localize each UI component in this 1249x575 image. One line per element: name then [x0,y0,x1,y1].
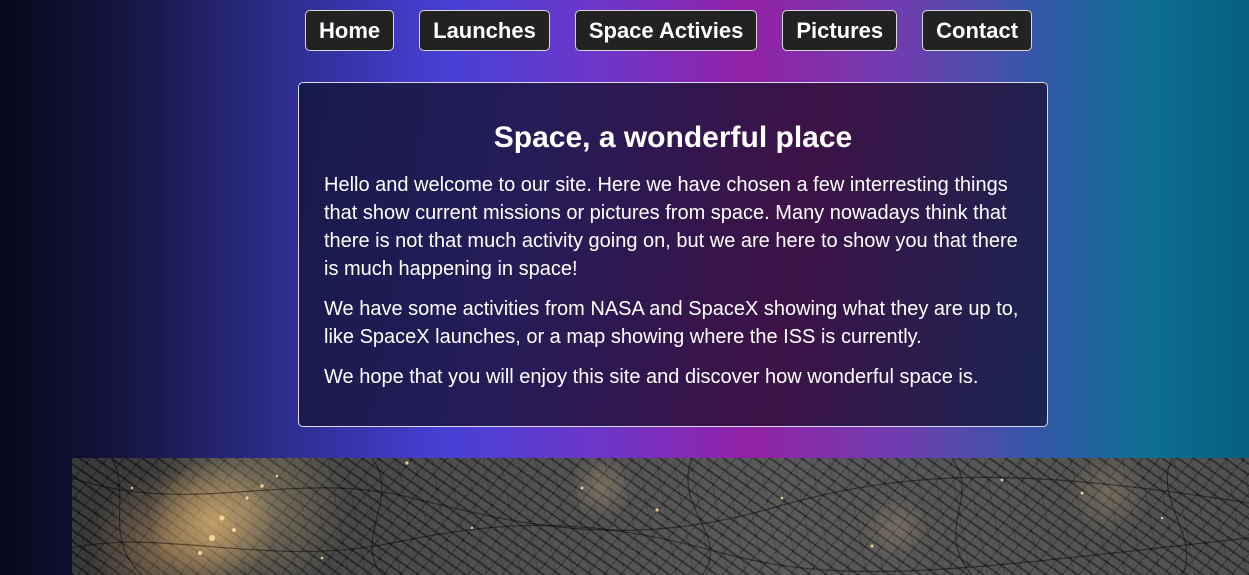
main-nav: Home Launches Space Activies Pictures Co… [305,10,1033,51]
intro-paragraph-2: We have some activities from NASA and Sp… [324,298,1019,348]
nav-contact-button[interactable]: Contact [922,10,1033,51]
space-web-image [72,458,1249,575]
intro-card: Space, a wonderful place Hello and welco… [298,82,1048,427]
nav-pictures-button[interactable]: Pictures [782,10,898,51]
nav-space-activities-button[interactable]: Space Activies [574,10,758,51]
page-title: Space, a wonderful place [493,121,853,154]
galaxy-filaments-graphic [72,458,1249,575]
nav-launches-button[interactable]: Launches [419,10,550,51]
intro-paragraph-1: Hello and welcome to our site. Here we h… [324,174,1018,280]
intro-paragraph-3: We hope that you will enjoy this site an… [324,366,979,388]
nav-home-button[interactable]: Home [305,10,395,51]
